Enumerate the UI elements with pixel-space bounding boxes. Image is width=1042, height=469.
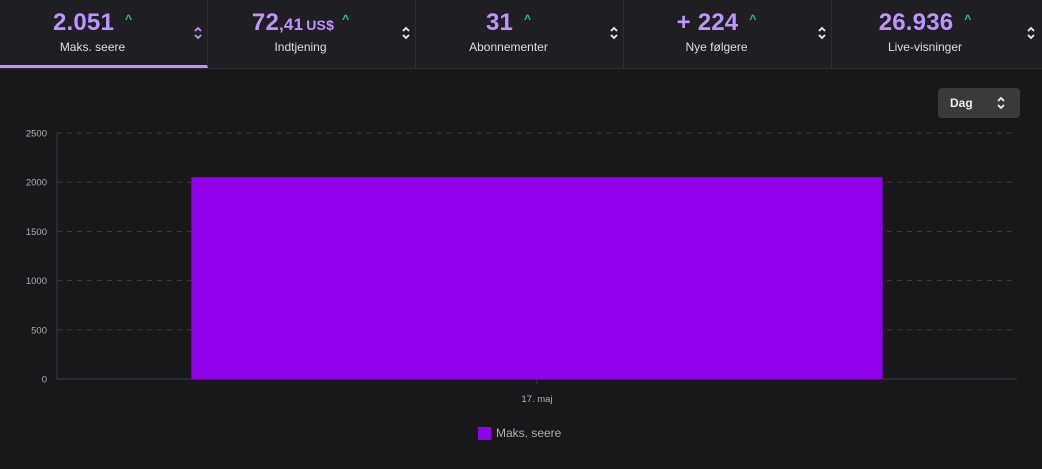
y-tick-label: 2000 [26,178,47,189]
legend-swatch [478,426,491,440]
y-tick-label: 500 [31,325,47,336]
y-tick-label: 2500 [26,129,47,140]
stat-tab-subscriptions[interactable]: 31 ^ Abonnementer [416,0,624,68]
stat-value-row: 2.051 ^ [0,9,185,37]
x-tick-label: 17. maj [521,394,552,405]
arrow-up-icon: ^ [964,12,972,26]
sort-icon[interactable] [609,26,619,40]
stat-value: 26.936 [878,9,954,36]
stat-label: Nye følgere [685,40,748,54]
y-tick-label: 1500 [26,227,47,238]
stat-value: 31 [485,9,514,36]
stat-value-row: 26.936 ^ [832,9,1018,37]
bar [191,177,883,379]
legend-label: Maks. seere [496,426,562,440]
y-tick-label: 0 [42,375,47,386]
arrow-up-icon: ^ [749,12,757,26]
stat-value: + 224 [676,9,739,36]
stat-tab-live-views[interactable]: 26.936 ^ Live-visninger [832,0,1040,68]
stat-value: 72,41 US$ [251,9,335,36]
sort-icon[interactable] [193,26,203,40]
stat-label: Indtjening [274,40,327,54]
period-dropdown[interactable]: Dag [938,88,1020,118]
period-dropdown-label: Dag [950,96,973,110]
stat-value-row: 31 ^ [416,9,601,37]
sort-icon[interactable] [817,26,827,40]
stat-tab-max-viewers[interactable]: 2.051 ^ Maks. seere [0,0,208,68]
y-tick-label: 1000 [26,276,47,287]
chart-legend[interactable]: Maks. seere [478,425,561,441]
stat-label: Live-visninger [887,40,963,54]
arrow-up-icon: ^ [524,12,532,26]
arrow-up-icon: ^ [342,12,350,26]
stat-value: 2.051 [52,9,115,36]
sort-icon[interactable] [401,26,411,40]
sort-icon [997,96,1005,110]
stat-tab-revenue[interactable]: 72,41 US$ ^ Indtjening [208,0,416,68]
sort-icon[interactable] [1026,26,1036,40]
stat-tab-new-followers[interactable]: + 224 ^ Nye følgere [624,0,832,68]
stat-value-row: + 224 ^ [624,9,809,37]
bar-chart: 0 500 1000 1500 2000 2500 17. maj [26,129,1017,405]
arrow-up-icon: ^ [125,12,133,26]
stat-label: Maks. seere [59,40,126,54]
stat-value-row: 72,41 US$ ^ [208,9,393,37]
stat-label: Abonnementer [469,40,548,54]
stats-bar: 2.051 ^ Maks. seere 72,41 US$ ^ Indtjening … [0,0,1042,69]
